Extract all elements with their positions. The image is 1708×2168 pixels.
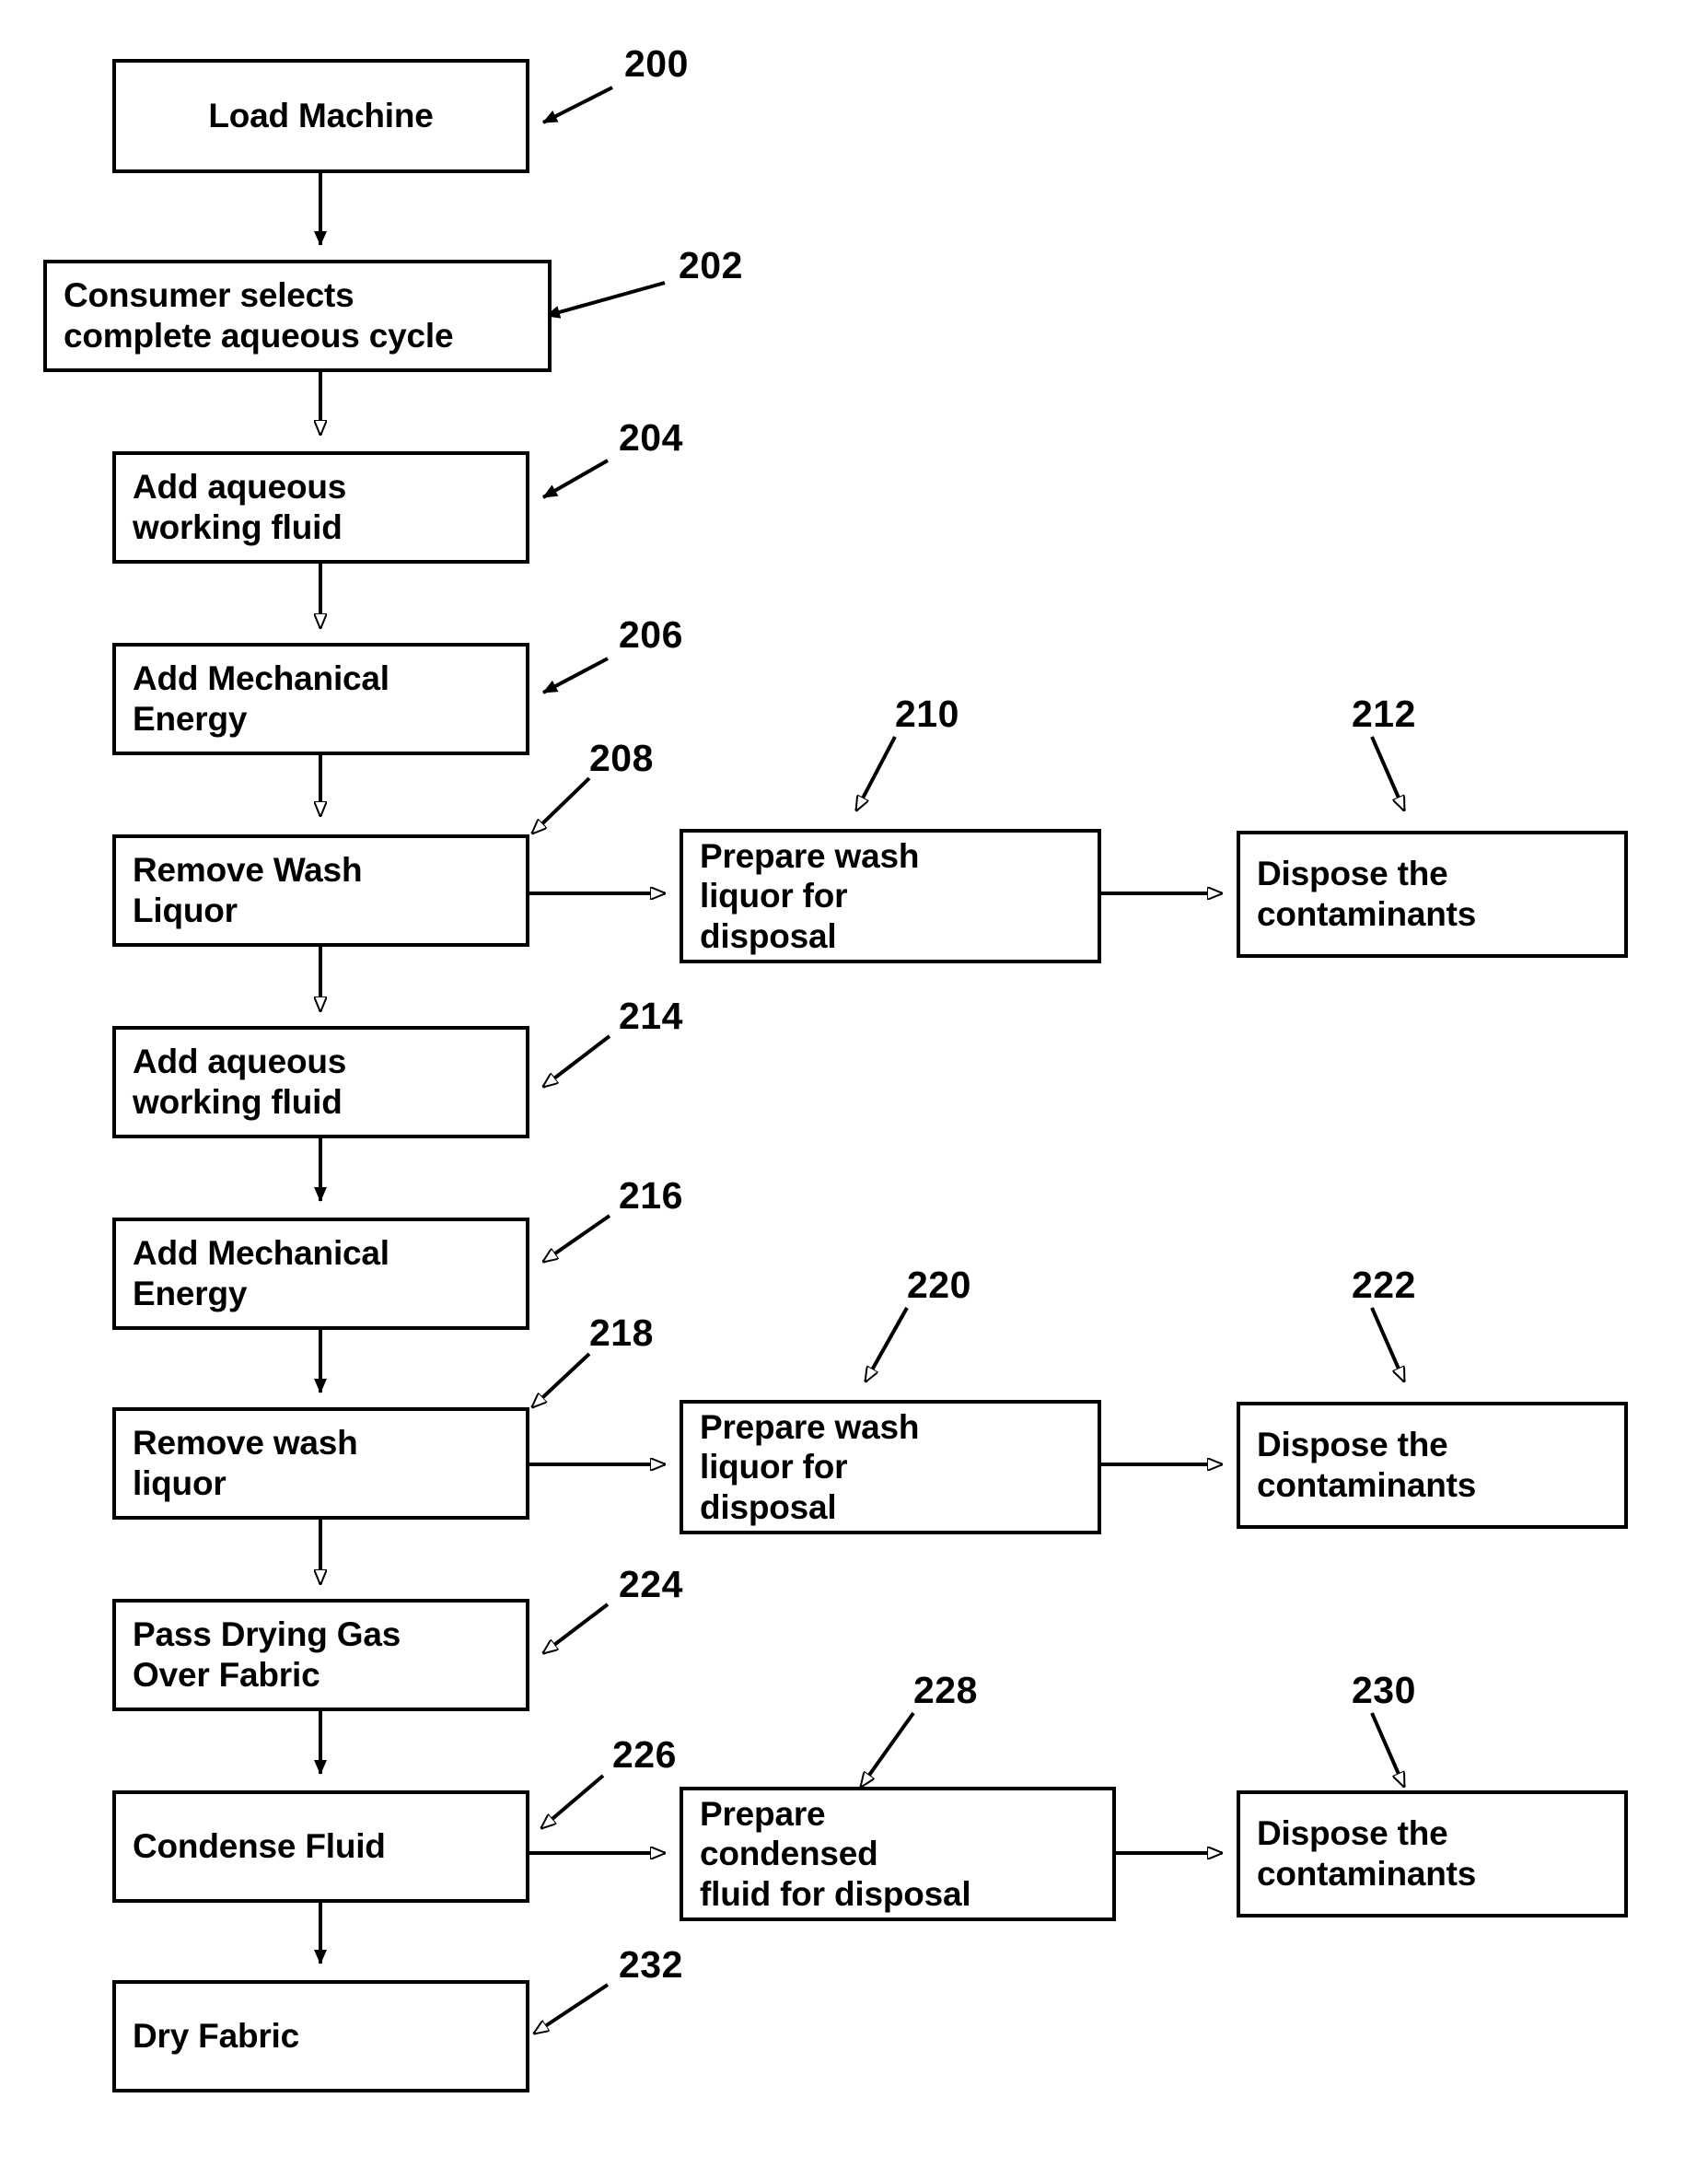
ref-numeral-210: 210	[895, 693, 959, 735]
ref-numeral-226: 226	[612, 1733, 677, 1776]
ref-numeral-222: 222	[1352, 1264, 1416, 1306]
node-remove-wash-liquor-2[interactable]: Remove wash liquor	[112, 1407, 529, 1520]
ref-numeral-218: 218	[589, 1311, 654, 1354]
node-label: Pass Drying Gas Over Fabric	[133, 1615, 401, 1694]
node-prepare-condensed-fluid-disposal[interactable]: Prepare condensed fluid for disposal	[680, 1787, 1116, 1921]
ref-numeral-208: 208	[589, 737, 654, 779]
flowchart-canvas: Load Machine Consumer selects complete a…	[0, 0, 1708, 2168]
node-add-mechanical-energy-2[interactable]: Add Mechanical Energy	[112, 1218, 529, 1330]
node-label: Condense Fluid	[133, 1827, 386, 1866]
ref-numeral-232: 232	[619, 1943, 683, 1986]
node-dispose-contaminants-2[interactable]: Dispose the contaminants	[1237, 1402, 1628, 1529]
node-label: Add aqueous working fluid	[133, 1043, 347, 1121]
node-add-aqueous-working-fluid-2[interactable]: Add aqueous working fluid	[112, 1026, 529, 1138]
ref-numeral-216: 216	[619, 1174, 683, 1217]
ref-numeral-230: 230	[1352, 1669, 1416, 1711]
ref-numeral-206: 206	[619, 613, 683, 656]
ref-numeral-200: 200	[624, 42, 689, 85]
node-label: Dry Fabric	[133, 2017, 300, 2056]
node-label: Add aqueous working fluid	[133, 468, 347, 546]
node-label: Dispose the contaminants	[1257, 1426, 1477, 1504]
node-label: Dispose the contaminants	[1257, 855, 1477, 933]
node-prepare-wash-liquor-disposal-2[interactable]: Prepare wash liquor for disposal	[680, 1400, 1101, 1534]
ref-numeral-214: 214	[619, 995, 683, 1037]
node-label: Prepare wash liquor for disposal	[700, 836, 920, 955]
ref-numeral-212: 212	[1352, 693, 1416, 735]
node-label: Load Machine	[208, 97, 434, 135]
node-load-machine[interactable]: Load Machine	[112, 59, 529, 173]
node-label: Dispose the contaminants	[1257, 1814, 1477, 1893]
node-label: Add Mechanical Energy	[133, 659, 389, 738]
node-label: Prepare wash liquor for disposal	[700, 1407, 920, 1526]
node-dispose-contaminants-3[interactable]: Dispose the contaminants	[1237, 1790, 1628, 1917]
node-add-mechanical-energy-1[interactable]: Add Mechanical Energy	[112, 643, 529, 755]
node-condense-fluid[interactable]: Condense Fluid	[112, 1790, 529, 1903]
node-add-aqueous-working-fluid-1[interactable]: Add aqueous working fluid	[112, 451, 529, 564]
node-prepare-wash-liquor-disposal-1[interactable]: Prepare wash liquor for disposal	[680, 829, 1101, 963]
ref-numeral-202: 202	[679, 244, 743, 286]
node-pass-drying-gas-over-fabric[interactable]: Pass Drying Gas Over Fabric	[112, 1599, 529, 1711]
ref-numeral-228: 228	[913, 1669, 978, 1711]
ref-numeral-220: 220	[907, 1264, 971, 1306]
node-consumer-selects-cycle[interactable]: Consumer selects complete aqueous cycle	[43, 260, 552, 372]
node-label: Prepare condensed fluid for disposal	[700, 1794, 971, 1913]
node-label: Remove wash liquor	[133, 1424, 358, 1502]
ref-numeral-204: 204	[619, 416, 683, 459]
node-label: Consumer selects complete aqueous cycle	[64, 276, 454, 355]
ref-numeral-224: 224	[619, 1563, 683, 1605]
node-label: Add Mechanical Energy	[133, 1234, 389, 1312]
node-label: Remove Wash Liquor	[133, 851, 363, 929]
node-dry-fabric[interactable]: Dry Fabric	[112, 1980, 529, 2092]
node-remove-wash-liquor-1[interactable]: Remove Wash Liquor	[112, 834, 529, 947]
node-dispose-contaminants-1[interactable]: Dispose the contaminants	[1237, 831, 1628, 958]
